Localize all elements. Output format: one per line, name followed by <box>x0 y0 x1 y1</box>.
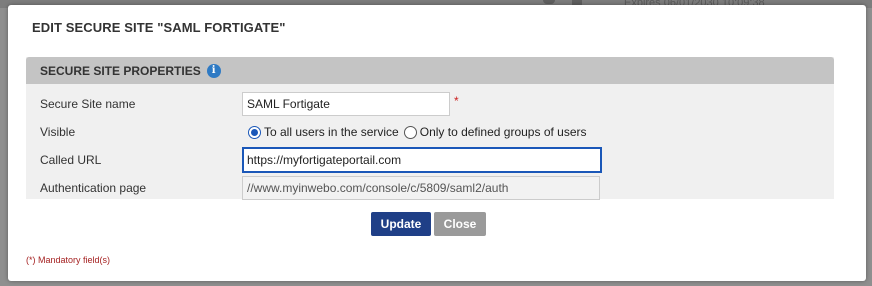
mandatory-fields-note: (*) Mandatory field(s) <box>26 255 111 265</box>
panel-header-label: SECURE SITE PROPERTIES <box>40 63 201 78</box>
visible-label: Visible <box>40 125 76 139</box>
secure-site-name-label: Secure Site name <box>40 97 136 111</box>
dialog-title: EDIT SECURE SITE "SAML FORTIGATE" <box>32 20 286 35</box>
visibility-option-defined-groups-label: Only to defined groups of users <box>419 125 587 139</box>
called-url-row: Called URL <box>26 146 834 174</box>
info-icon[interactable]: i <box>206 63 221 78</box>
visibility-option-defined-groups[interactable]: Only to defined groups of users <box>403 125 587 139</box>
secure-site-name-row: Secure Site name * <box>26 90 834 118</box>
visibility-option-all-users-label: To all users in the service <box>264 125 399 139</box>
visibility-radio-group: To all users in the service Only to defi… <box>248 118 587 146</box>
radio-defined-groups[interactable] <box>403 125 417 139</box>
required-marker: * <box>454 94 459 108</box>
close-button[interactable]: Close <box>434 212 486 236</box>
authentication-page-row: Authentication page <box>26 174 834 202</box>
visible-row: Visible To all users in the service Only… <box>26 118 834 146</box>
panel-header: SECURE SITE PROPERTIES i <box>26 57 834 84</box>
edit-secure-site-dialog: EDIT SECURE SITE "SAML FORTIGATE" SECURE… <box>8 5 866 281</box>
authentication-page-field <box>242 176 600 200</box>
called-url-label: Called URL <box>40 153 102 167</box>
authentication-page-label: Authentication page <box>40 181 147 195</box>
radio-all-users[interactable] <box>248 125 261 139</box>
called-url-input[interactable] <box>242 147 602 173</box>
secure-site-name-input[interactable] <box>242 92 450 116</box>
background-icon <box>543 0 555 4</box>
visibility-option-all-users[interactable]: To all users in the service <box>248 125 399 139</box>
update-button[interactable]: Update <box>371 212 431 236</box>
secure-site-properties-panel: SECURE SITE PROPERTIES i Secure Site nam… <box>26 57 834 202</box>
